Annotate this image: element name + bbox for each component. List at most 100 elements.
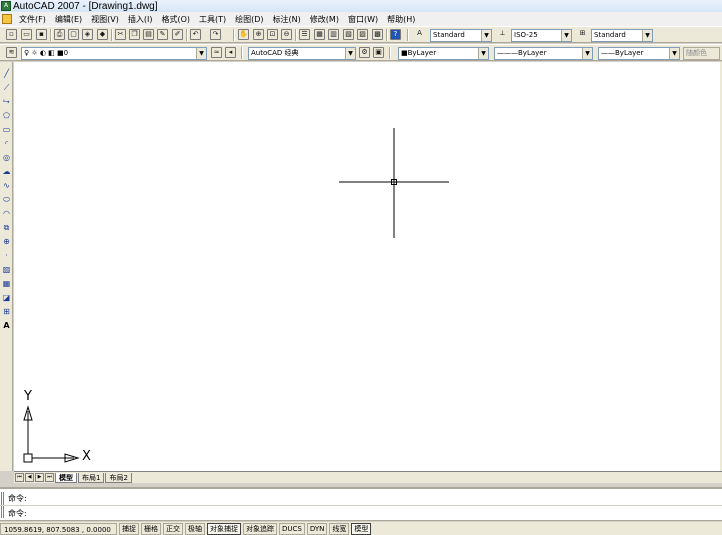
menu-edit[interactable]: 编辑(E) bbox=[51, 14, 87, 25]
properties-icon[interactable]: ☰ bbox=[299, 29, 310, 40]
layer-previous-icon[interactable]: ◂ bbox=[225, 47, 236, 58]
publish-icon[interactable]: ◈ bbox=[82, 29, 93, 40]
document-icon[interactable] bbox=[2, 14, 12, 24]
redo-icon[interactable]: ↷ bbox=[210, 29, 221, 40]
model-toggle[interactable]: 模型 bbox=[351, 522, 372, 535]
gradient-icon[interactable]: ▦ bbox=[1, 278, 12, 289]
spline-icon[interactable]: ∿ bbox=[1, 180, 12, 191]
menu-bar: 文件(F) 编辑(E) 视图(V) 插入(I) 格式(O) 工具(T) 绘图(D… bbox=[0, 12, 722, 26]
rectangle-icon[interactable]: ▭ bbox=[1, 124, 12, 135]
new-file-icon[interactable]: ▫ bbox=[6, 29, 17, 40]
menu-modify[interactable]: 修改(M) bbox=[306, 14, 344, 25]
menu-draw[interactable]: 绘图(D) bbox=[231, 14, 268, 25]
plot-icon[interactable]: ⎙ bbox=[54, 29, 65, 40]
match-properties-icon[interactable]: ✎ bbox=[157, 29, 168, 40]
prev-tab-icon[interactable]: ◀ bbox=[25, 473, 34, 482]
last-tab-icon[interactable]: ⏭ bbox=[45, 473, 54, 482]
ortho-toggle[interactable]: 正交 bbox=[163, 522, 183, 535]
chevron-down-icon: ▼ bbox=[196, 48, 206, 59]
make-object-layer-current-icon[interactable]: ≈ bbox=[211, 47, 222, 58]
tab-layout2[interactable]: 布局2 bbox=[105, 472, 132, 483]
block-editor-icon[interactable]: ✐ bbox=[172, 29, 183, 40]
line-icon[interactable]: ╱ bbox=[1, 68, 12, 79]
plot-style-select: 随颜色 bbox=[683, 47, 720, 60]
grid-toggle[interactable]: 栅格 bbox=[141, 522, 161, 535]
circle-icon[interactable]: ◎ bbox=[1, 152, 12, 163]
workspace-save-icon[interactable]: ▣ bbox=[373, 47, 384, 58]
polar-toggle[interactable]: 极轴 bbox=[185, 522, 205, 535]
dim-style-select[interactable]: ISO-25 ▼ bbox=[511, 29, 572, 42]
polygon-icon[interactable]: ⬠ bbox=[1, 110, 12, 121]
lineweight-toggle[interactable]: 线宽 bbox=[329, 522, 350, 535]
undo-icon[interactable]: ↶ bbox=[190, 29, 201, 40]
autocad-app-icon[interactable]: A bbox=[1, 1, 11, 11]
save-icon[interactable]: ▪ bbox=[36, 29, 47, 40]
help-icon[interactable]: ? bbox=[390, 29, 401, 40]
zoom-window-icon[interactable]: ⊡ bbox=[267, 29, 278, 40]
3d-dwf-icon[interactable]: ◆ bbox=[97, 29, 108, 40]
pan-icon[interactable]: ✋ bbox=[238, 29, 249, 40]
color-select[interactable]: ■ ByLayer ▼ bbox=[398, 47, 489, 60]
drawing-canvas[interactable]: Y X bbox=[14, 62, 720, 471]
menu-window[interactable]: 窗口(W) bbox=[344, 14, 383, 25]
menu-tools[interactable]: 工具(T) bbox=[195, 14, 231, 25]
chevron-down-icon: ▼ bbox=[669, 48, 679, 59]
paste-icon[interactable]: ▤ bbox=[143, 29, 154, 40]
region-icon[interactable]: ◪ bbox=[1, 292, 12, 303]
cut-icon[interactable]: ✂ bbox=[115, 29, 126, 40]
markup-icon[interactable]: ▨ bbox=[357, 29, 368, 40]
design-center-icon[interactable]: ▦ bbox=[314, 29, 325, 40]
zoom-realtime-icon[interactable]: ⊕ bbox=[253, 29, 264, 40]
insert-block-icon[interactable]: ⧉ bbox=[1, 222, 12, 233]
workspace-settings-icon[interactable]: ⚙ bbox=[359, 47, 370, 58]
menu-dimension[interactable]: 标注(N) bbox=[269, 14, 306, 25]
first-tab-icon[interactable]: ⏮ bbox=[15, 473, 24, 482]
ducs-toggle[interactable]: DUCS bbox=[279, 522, 305, 535]
text-style-select[interactable]: Standard ▼ bbox=[430, 29, 492, 42]
hatch-icon[interactable]: ▨ bbox=[1, 264, 12, 275]
menu-insert[interactable]: 插入(I) bbox=[124, 14, 158, 25]
point-icon[interactable]: · bbox=[1, 250, 12, 261]
ellipse-icon[interactable]: ⬭ bbox=[1, 194, 12, 205]
next-tab-icon[interactable]: ▶ bbox=[35, 473, 44, 482]
ucs-icon bbox=[23, 405, 80, 463]
layer-manager-icon[interactable]: ≋ bbox=[6, 47, 17, 58]
zoom-previous-icon[interactable]: ⊖ bbox=[281, 29, 292, 40]
table-icon[interactable]: ⊞ bbox=[1, 306, 12, 317]
menu-help[interactable]: 帮助(H) bbox=[383, 14, 420, 25]
layers-toolbar: ≋ ♀ ☼ ◐ ◧ ■ 0 ▼ ≈ ◂ AutoCAD 经典 ▼ ⚙ ▣ ■ ByL… bbox=[0, 44, 722, 61]
linetype-select[interactable]: ——— ByLayer ▼ bbox=[494, 47, 593, 60]
title-bar: A AutoCAD 2007 - [Drawing1.dwg] bbox=[0, 0, 722, 12]
table-style-select[interactable]: Standard ▼ bbox=[591, 29, 653, 42]
tab-model[interactable]: 模型 bbox=[55, 472, 77, 483]
calculator-icon[interactable]: ▩ bbox=[372, 29, 383, 40]
sheet-set-icon[interactable]: ▧ bbox=[343, 29, 354, 40]
plot-preview-icon[interactable]: ▢ bbox=[68, 29, 79, 40]
layer-select[interactable]: ♀ ☼ ◐ ◧ ■ 0 ▼ bbox=[21, 47, 207, 60]
menu-file[interactable]: 文件(F) bbox=[15, 14, 51, 25]
tab-layout1[interactable]: 布局1 bbox=[78, 472, 105, 483]
arc-icon[interactable]: ◜ bbox=[1, 138, 12, 149]
snap-toggle[interactable]: 捕捉 bbox=[119, 522, 139, 535]
copy-icon[interactable]: ❐ bbox=[129, 29, 140, 40]
workspace-select[interactable]: AutoCAD 经典 ▼ bbox=[248, 47, 356, 60]
menu-format[interactable]: 格式(O) bbox=[157, 14, 195, 25]
multiline-text-icon[interactable]: A bbox=[1, 320, 12, 331]
draw-toolbar: ╱ ⟋ ⮡ ⬠ ▭ ◜ ◎ ☁ ∿ ⬭ ◠ ⧉ ⊕ · ▨ ▦ ◪ ⊞ A bbox=[0, 62, 13, 471]
tool-palettes-icon[interactable]: ▥ bbox=[328, 29, 339, 40]
ellipse-arc-icon[interactable]: ◠ bbox=[1, 208, 12, 219]
open-file-icon[interactable]: ▭ bbox=[21, 29, 32, 40]
command-input[interactable]: 命令: bbox=[8, 507, 27, 520]
polyline-icon[interactable]: ⮡ bbox=[1, 96, 12, 107]
menu-view[interactable]: 视图(V) bbox=[87, 14, 124, 25]
lineweight-select[interactable]: —— ByLayer ▼ bbox=[598, 47, 680, 60]
command-history-line: 命令: bbox=[8, 494, 27, 503]
chevron-down-icon: ▼ bbox=[481, 30, 491, 41]
coordinate-display[interactable]: 1059.8619, 807.5083 , 0.0000 bbox=[0, 522, 117, 535]
dyn-toggle[interactable]: DYN bbox=[306, 522, 328, 535]
make-block-icon[interactable]: ⊕ bbox=[1, 236, 12, 247]
revision-cloud-icon[interactable]: ☁ bbox=[1, 166, 12, 177]
osnap-toggle[interactable]: 对象捕捉 bbox=[207, 522, 241, 535]
otrack-toggle[interactable]: 对象追踪 bbox=[243, 522, 277, 535]
construction-line-icon[interactable]: ⟋ bbox=[1, 82, 12, 93]
